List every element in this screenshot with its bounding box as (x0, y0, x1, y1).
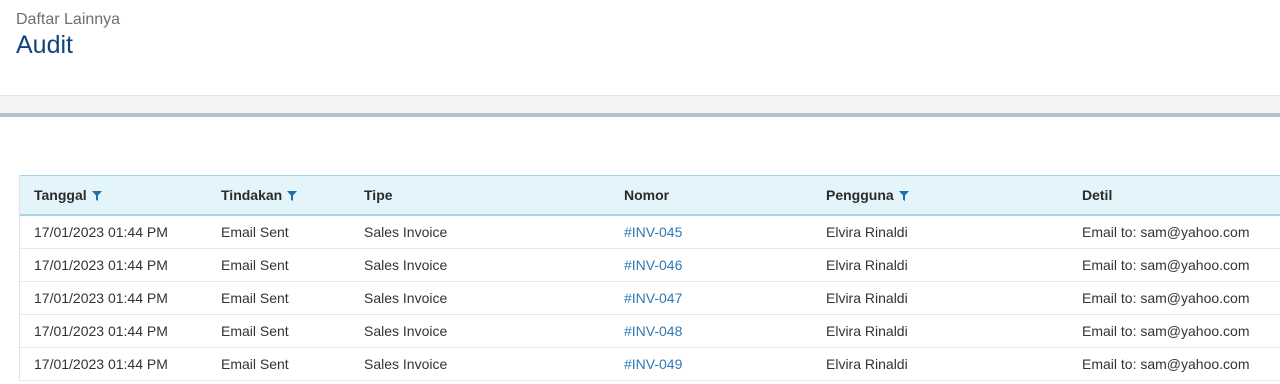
cell-tindakan: Email Sent (221, 356, 289, 372)
column-header-tipe[interactable]: Tipe (364, 176, 393, 214)
table-row[interactable]: 17/01/2023 01:44 PM Email Sent Sales Inv… (20, 282, 1280, 315)
cell-tipe: Sales Invoice (364, 290, 448, 306)
cell-tindakan: Email Sent (221, 290, 289, 306)
table-row[interactable]: 17/01/2023 01:44 PM Email Sent Sales Inv… (20, 216, 1280, 249)
invoice-number-link[interactable]: #INV-046 (624, 249, 682, 281)
page-title: Audit (16, 31, 73, 59)
content-area: Tanggal Tindakan Tipe Nomor Pengguna Det… (0, 117, 1280, 384)
cell-detil: Email to: sam@yahoo.com (1082, 257, 1250, 273)
invoice-number-link[interactable]: #INV-048 (624, 315, 682, 347)
breadcrumb[interactable]: Daftar Lainnya (16, 11, 120, 29)
cell-tindakan: Email Sent (221, 323, 289, 339)
column-label: Nomor (624, 187, 670, 203)
cell-pengguna: Elvira Rinaldi (826, 356, 908, 372)
column-label: Detil (1082, 187, 1113, 203)
cell-pengguna: Elvira Rinaldi (826, 224, 908, 240)
column-header-detil[interactable]: Detil (1082, 176, 1112, 214)
cell-tanggal: 17/01/2023 01:44 PM (34, 257, 168, 273)
cell-tipe: Sales Invoice (364, 323, 448, 339)
invoice-number-link[interactable]: #INV-045 (624, 216, 682, 248)
cell-detil: Email to: sam@yahoo.com (1082, 323, 1250, 339)
cell-tindakan: Email Sent (221, 224, 289, 240)
filter-icon[interactable] (287, 191, 298, 201)
column-label: Tipe (364, 187, 393, 203)
column-header-nomor[interactable]: Nomor (624, 176, 669, 214)
table-row[interactable]: 17/01/2023 01:44 PM Email Sent Sales Inv… (20, 315, 1280, 348)
cell-tipe: Sales Invoice (364, 257, 448, 273)
cell-detil: Email to: sam@yahoo.com (1082, 356, 1250, 372)
cell-pengguna: Elvira Rinaldi (826, 290, 908, 306)
filter-icon[interactable] (898, 191, 909, 201)
cell-tindakan: Email Sent (221, 257, 289, 273)
cell-tanggal: 17/01/2023 01:44 PM (34, 356, 168, 372)
cell-detil: Email to: sam@yahoo.com (1082, 290, 1250, 306)
invoice-number-link[interactable]: #INV-049 (624, 348, 682, 380)
column-label: Tanggal (34, 187, 87, 203)
invoice-number-link[interactable]: #INV-047 (624, 282, 682, 314)
table-row[interactable]: 17/01/2023 01:44 PM Email Sent Sales Inv… (20, 249, 1280, 282)
column-label: Tindakan (221, 187, 283, 203)
cell-tipe: Sales Invoice (364, 224, 448, 240)
cell-pengguna: Elvira Rinaldi (826, 323, 908, 339)
cell-tanggal: 17/01/2023 01:44 PM (34, 290, 168, 306)
cell-tanggal: 17/01/2023 01:44 PM (34, 224, 168, 240)
cell-detil: Email to: sam@yahoo.com (1082, 224, 1250, 240)
cell-pengguna: Elvira Rinaldi (826, 257, 908, 273)
cell-tipe: Sales Invoice (364, 356, 448, 372)
table-row[interactable]: 17/01/2023 01:44 PM Email Sent Sales Inv… (20, 348, 1280, 381)
table-header: Tanggal Tindakan Tipe Nomor Pengguna Det… (20, 175, 1280, 216)
audit-table: Tanggal Tindakan Tipe Nomor Pengguna Det… (19, 175, 1280, 381)
column-header-tanggal[interactable]: Tanggal (34, 176, 102, 214)
toolbar-band (0, 96, 1280, 113)
cell-tanggal: 17/01/2023 01:44 PM (34, 323, 168, 339)
column-header-tindakan[interactable]: Tindakan (221, 176, 298, 214)
column-header-pengguna[interactable]: Pengguna (826, 176, 909, 214)
column-label: Pengguna (826, 187, 894, 203)
page-header: Daftar Lainnya Audit (0, 0, 1280, 96)
filter-icon[interactable] (91, 191, 102, 201)
